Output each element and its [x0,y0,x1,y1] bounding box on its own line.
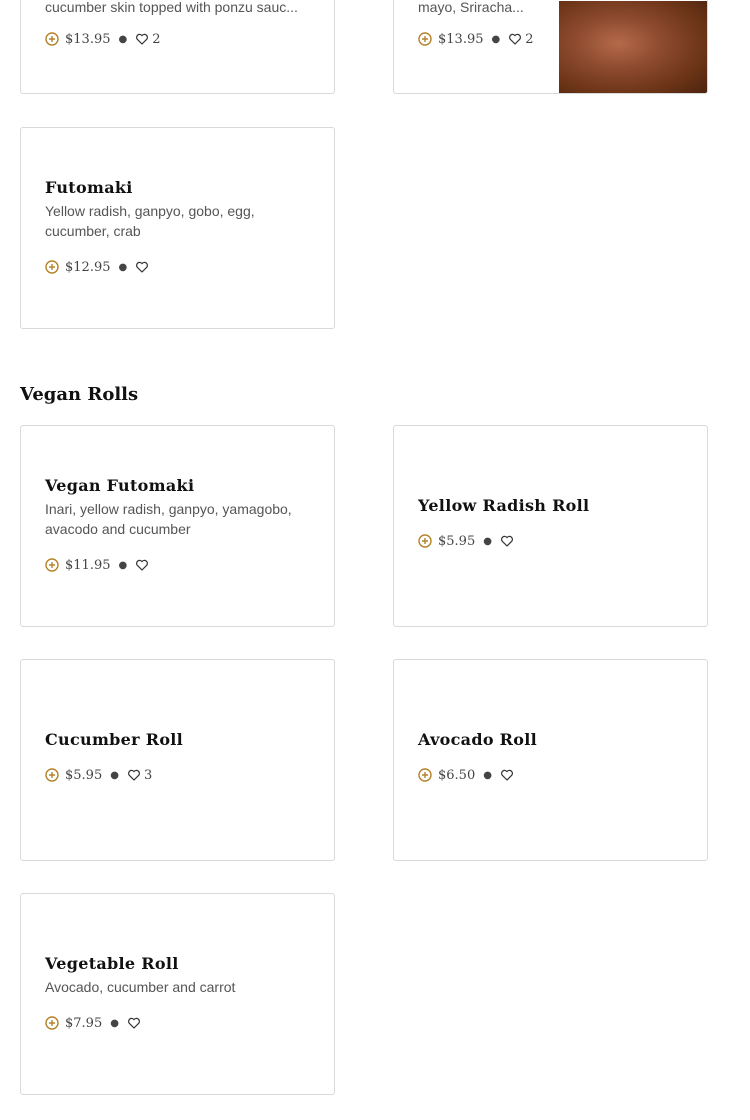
plus-circle-icon[interactable] [418,32,432,46]
menu-item-card[interactable]: cucumber skin topped with ponzu sauc... … [20,0,335,94]
heart-icon[interactable] [135,558,149,572]
heart-icon[interactable] [127,768,141,782]
heart-icon[interactable] [508,32,522,46]
item-meta: $13.95 ● 2 [418,29,547,49]
separator-dot: ● [110,769,119,781]
item-meta: $6.50 ● [418,765,691,785]
plus-circle-icon[interactable] [45,558,59,572]
like-count: 3 [143,767,153,783]
item-meta: $7.95 ● [45,1013,318,1033]
heart-icon[interactable] [135,32,149,46]
menu-item-card[interactable]: mayo, Sriracha... $13.95 ● 2 [393,0,708,94]
like-count: 2 [152,31,161,47]
item-price: $13.95 [65,31,111,47]
item-title: Vegan Futomaki [45,476,195,495]
item-price: $5.95 [438,533,476,549]
separator-dot: ● [483,535,492,547]
item-meta: $11.95 ● [45,555,318,575]
plus-circle-icon[interactable] [45,32,59,46]
menu-item-card[interactable]: Futomaki Yellow radish, ganpyo, gobo, eg… [20,127,335,329]
heart-icon[interactable] [135,260,149,274]
heart-icon[interactable] [500,534,514,548]
item-price: $11.95 [65,557,111,573]
item-photo[interactable] [559,1,707,93]
item-title: Avocado Roll [418,730,537,749]
item-price: $6.50 [438,767,476,783]
item-title: Vegetable Roll [45,954,179,973]
separator-dot: ● [483,769,492,781]
separator-dot: ● [491,33,501,45]
item-price: $5.95 [65,767,103,783]
plus-circle-icon[interactable] [45,260,59,274]
item-title: Futomaki [45,178,133,197]
item-meta: $5.95 ● 3 [45,765,318,785]
item-meta: $13.95 ● 2 [45,29,318,49]
like-count: 2 [525,31,534,47]
item-title: Cucumber Roll [45,730,184,749]
menu-item-card[interactable]: Yellow Radish Roll $5.95 ● [393,425,708,627]
heart-icon[interactable] [500,768,514,782]
item-meta: $12.95 ● [45,257,318,277]
plus-circle-icon[interactable] [418,534,432,548]
item-meta: $5.95 ● [418,531,691,551]
item-price: $13.95 [438,31,484,47]
separator-dot: ● [118,33,128,45]
item-price: $12.95 [65,259,111,275]
separator-dot: ● [118,261,128,273]
plus-circle-icon[interactable] [45,1016,59,1030]
item-price: $7.95 [65,1015,103,1031]
separator-dot: ● [110,1017,119,1029]
item-description: Yellow radish, ganpyo, gobo, egg, cucumb… [45,203,255,239]
menu-item-card[interactable]: Vegan Futomaki Inari, yellow radish, gan… [20,425,335,627]
item-description: cucumber skin topped with ponzu sauc... [45,0,298,15]
item-description: Inari, yellow radish, ganpyo, yamagobo, … [45,501,292,537]
menu-item-card[interactable]: Vegetable Roll Avocado, cucumber and car… [20,893,335,1095]
heart-icon[interactable] [127,1016,141,1030]
item-description: Avocado, cucumber and carrot [45,979,236,995]
menu-item-card[interactable]: Avocado Roll $6.50 ● [393,659,708,861]
item-description: mayo, Sriracha... [418,0,524,15]
separator-dot: ● [118,559,128,571]
menu-item-card[interactable]: Cucumber Roll $5.95 ● 3 [20,659,335,861]
item-title: Yellow Radish Roll [418,496,590,515]
plus-circle-icon[interactable] [45,768,59,782]
plus-circle-icon[interactable] [418,768,432,782]
section-title-vegan-rolls: Vegan Rolls [20,384,139,405]
